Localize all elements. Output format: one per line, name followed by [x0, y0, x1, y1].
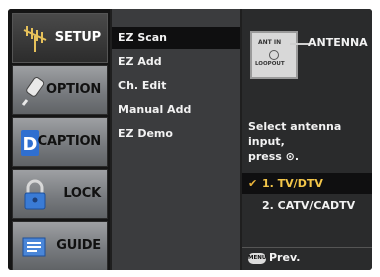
category-lock[interactable]: LOCK — [12, 169, 108, 219]
ant-in-label: ANT IN — [258, 39, 282, 46]
category-caption[interactable]: D CAPTION — [12, 117, 108, 167]
category-guide[interactable]: GUIDE — [12, 221, 108, 270]
category-label: LOCK — [63, 186, 101, 201]
option-label: 2. CATV/CADTV — [262, 199, 356, 212]
antenna-label: ANTENNA — [308, 36, 368, 49]
antenna-icon — [23, 26, 47, 52]
guide-icon — [22, 237, 46, 257]
instruction-line: Select antenna input, — [248, 120, 342, 148]
setup-items-list: EZ Scan EZ Add Ch. Edit Manual Add EZ De… — [112, 9, 240, 270]
setup-menu-screen: SETUP OPTION D CAPTION LOCK GUIDE EZ Sca… — [8, 9, 372, 270]
menu-item-manual-add[interactable]: Manual Add — [112, 99, 240, 121]
menu-key-icon: MENU — [248, 253, 266, 264]
category-option[interactable]: OPTION — [12, 65, 108, 115]
footer-hint: MENU Prev. — [242, 247, 372, 270]
category-setup[interactable]: SETUP — [12, 13, 108, 63]
checkmark-icon: ✔ — [248, 177, 258, 190]
menu-item-ez-demo[interactable]: EZ Demo — [112, 123, 240, 145]
category-label: CAPTION — [37, 134, 102, 149]
lock-icon — [24, 179, 46, 210]
option-label: 1. TV/DTV — [262, 177, 323, 190]
instruction-line: press ⊙. — [248, 150, 300, 163]
instruction-text: Select antenna input, press ⊙. — [248, 119, 372, 164]
category-label: OPTION — [45, 82, 101, 97]
category-label: GUIDE — [56, 238, 101, 253]
menu-item-ez-scan[interactable]: EZ Scan — [112, 27, 240, 49]
jack-icon — [269, 50, 279, 60]
ez-scan-detail-panel: ANT IN LOOPOUT ANTENNA Select antenna in… — [242, 9, 372, 270]
antenna-connector-line — [290, 43, 310, 45]
menu-item-ez-add[interactable]: EZ Add — [112, 51, 240, 73]
category-column: SETUP OPTION D CAPTION LOCK GUIDE — [8, 9, 110, 270]
category-label: SETUP — [54, 30, 101, 45]
antenna-jack-illustration: ANT IN LOOPOUT — [250, 31, 298, 79]
prev-hint[interactable]: Prev. — [269, 251, 300, 264]
antenna-option-tv-dtv[interactable]: ✔ 1. TV/DTV — [242, 173, 372, 194]
svg-text:D: D — [23, 134, 38, 155]
menu-item-ch-edit[interactable]: Ch. Edit — [112, 75, 240, 97]
antenna-option-catv-cadtv[interactable]: 2. CATV/CADTV — [242, 195, 372, 216]
loopout-label: LOOPOUT — [255, 61, 285, 67]
